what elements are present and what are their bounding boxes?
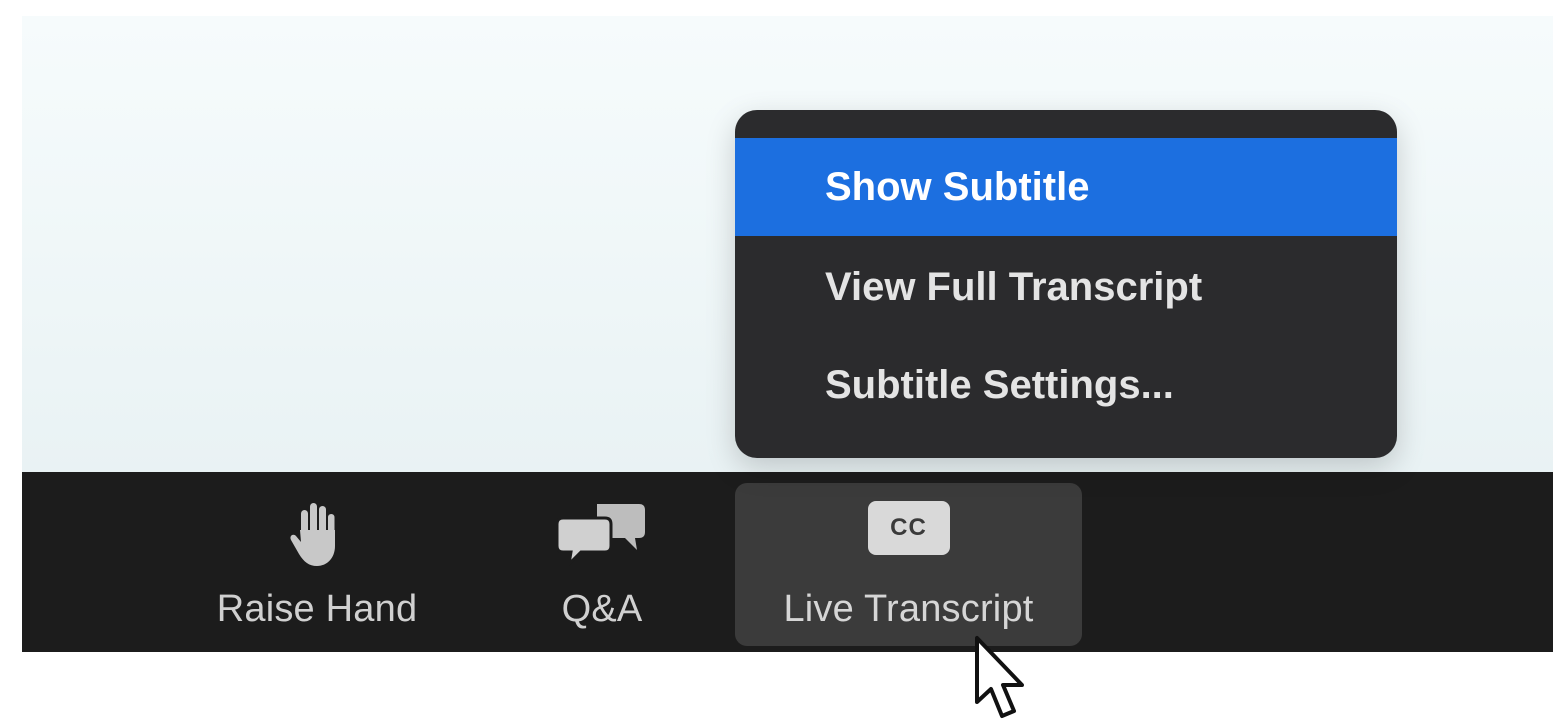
qa-label: Q&A xyxy=(561,588,643,630)
chat-bubbles-icon xyxy=(555,500,647,571)
qa-button[interactable]: Q&A xyxy=(532,472,672,652)
menu-item-show-subtitle[interactable]: Show Subtitle xyxy=(735,138,1397,236)
mouse-cursor-icon xyxy=(972,634,1038,727)
cc-badge: CC xyxy=(867,501,950,555)
cc-icon: CC xyxy=(867,501,950,555)
menu-item-view-full-transcript[interactable]: View Full Transcript xyxy=(735,238,1397,336)
live-transcript-button[interactable]: CC Live Transcript xyxy=(735,483,1082,646)
meeting-window: Raise Hand Q&A CC Live Transcript Show S… xyxy=(0,0,1553,727)
meeting-toolbar: Raise Hand Q&A CC Live Transcript xyxy=(22,472,1553,652)
hand-icon xyxy=(285,500,349,575)
raise-hand-button[interactable]: Raise Hand xyxy=(192,472,442,652)
live-transcript-label: Live Transcript xyxy=(783,588,1034,630)
raise-hand-label: Raise Hand xyxy=(216,588,418,630)
menu-item-subtitle-settings[interactable]: Subtitle Settings... xyxy=(735,336,1397,434)
live-transcript-menu: Show Subtitle View Full Transcript Subti… xyxy=(735,110,1397,458)
